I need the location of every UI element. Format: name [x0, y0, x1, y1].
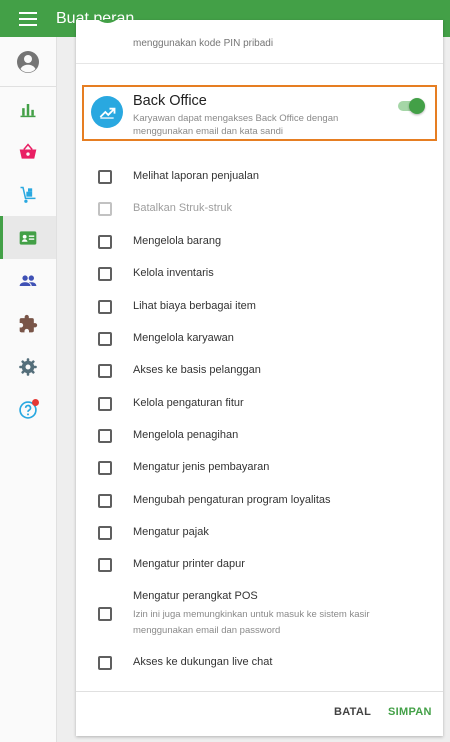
permission-label: Mengelola karyawan — [133, 332, 234, 344]
sidebar-item-settings[interactable] — [0, 345, 56, 388]
permission-checkbox[interactable] — [98, 656, 112, 670]
section-divider — [76, 63, 443, 64]
permission-row[interactable]: Mengatur perangkat POS Izin ini juga mem… — [76, 590, 443, 636]
permission-label: Mengubah pengaturan program loyalitas — [133, 494, 331, 506]
permission-row: Batalkan Struk-struk — [76, 193, 443, 225]
permission-row[interactable]: Mengelola penagihan — [76, 420, 443, 452]
permission-row[interactable]: Mengatur pajak — [76, 517, 443, 549]
permission-checkbox[interactable] — [98, 558, 112, 572]
hand-truck-icon — [20, 186, 36, 203]
permission-row[interactable]: Melihat laporan penjualan — [76, 161, 443, 193]
permission-row[interactable]: Mengatur printer dapur — [76, 549, 443, 581]
account-circle-icon — [17, 50, 39, 73]
toggle-thumb — [409, 98, 425, 114]
permission-label: Mengelola barang — [133, 235, 222, 247]
back-office-section: Back Office Karyawan dapat mengakses Bac… — [82, 85, 437, 141]
permission-checkbox[interactable] — [98, 332, 112, 346]
pos-section-icon — [93, 20, 122, 23]
save-button[interactable]: SIMPAN — [388, 706, 432, 718]
permission-checkbox[interactable] — [98, 267, 112, 281]
sidebar-item-customers[interactable] — [0, 259, 56, 302]
permission-checkbox[interactable] — [98, 461, 112, 475]
permission-label: Kelola pengaturan fitur — [133, 397, 244, 409]
sidebar-item-items[interactable] — [0, 130, 56, 173]
permission-row[interactable]: Akses ke dukungan live chat — [76, 647, 443, 679]
permission-checkbox[interactable] — [98, 494, 112, 508]
back-office-toggle[interactable] — [396, 98, 425, 115]
back-office-description: Karyawan dapat mengakses Back Office den… — [133, 113, 339, 137]
back-office-title: Back Office — [133, 93, 207, 109]
permission-label: Mengelola penagihan — [133, 429, 239, 441]
permission-row[interactable]: Mengatur jenis pembayaran — [76, 452, 443, 484]
permission-row[interactable]: Kelola pengaturan fitur — [76, 388, 443, 420]
permission-row[interactable]: Akses ke basis pelanggan — [76, 355, 443, 387]
sidebar-nav — [0, 37, 57, 742]
permission-label: Mengatur perangkat POS — [133, 590, 258, 602]
permission-checkbox[interactable] — [98, 170, 112, 184]
sidebar-item-employees[interactable] — [0, 216, 56, 259]
permission-label: Mengatur printer dapur — [133, 558, 245, 570]
gear-icon — [19, 357, 37, 376]
shopping-basket-icon — [19, 142, 37, 159]
puzzle-icon — [19, 314, 38, 332]
permission-row[interactable]: Mengubah pengaturan program loyalitas — [76, 485, 443, 517]
notification-badge — [32, 399, 39, 406]
permission-checkbox[interactable] — [98, 429, 112, 443]
permission-label: Kelola inventaris — [133, 267, 214, 279]
cancel-button[interactable]: BATAL — [334, 706, 371, 718]
permission-label: Lihat biaya berbagai item — [133, 300, 256, 312]
permission-label: Akses ke dukungan live chat — [133, 656, 273, 668]
permission-label: Akses ke basis pelanggan — [133, 364, 261, 376]
permission-row[interactable]: Mengelola karyawan — [76, 323, 443, 355]
permission-checkbox[interactable] — [98, 364, 112, 378]
permission-row[interactable]: Mengelola barang — [76, 226, 443, 258]
role-form-card: menggunakan kode PIN pribadi Back Office… — [76, 20, 443, 736]
permission-label: Mengatur jenis pembayaran — [133, 461, 270, 473]
permission-checkbox[interactable] — [98, 235, 112, 249]
permission-row[interactable]: Lihat biaya berbagai item — [76, 291, 443, 323]
permission-checkbox[interactable] — [98, 397, 112, 411]
permission-sublabel: Izin ini juga memungkinkan untuk masuk k… — [133, 609, 370, 636]
permission-checkbox[interactable] — [98, 607, 112, 621]
hamburger-menu-icon[interactable] — [0, 0, 56, 37]
badge-card-icon — [19, 230, 37, 245]
bar-chart-icon — [20, 103, 36, 117]
permission-row[interactable]: Kelola inventaris — [76, 258, 443, 290]
footer-divider — [76, 691, 443, 692]
permission-checkbox[interactable] — [98, 526, 112, 540]
permission-checkbox — [98, 202, 112, 216]
permission-checkbox[interactable] — [98, 300, 112, 314]
sidebar-item-profile[interactable] — [0, 37, 56, 87]
permission-label: Mengatur pajak — [133, 526, 209, 538]
sidebar-item-integrations[interactable] — [0, 302, 56, 345]
permission-label: Batalkan Struk-struk — [133, 202, 233, 214]
trending-up-icon — [91, 96, 123, 128]
pos-section-description: menggunakan kode PIN pribadi — [133, 38, 274, 49]
sidebar-item-reports[interactable] — [0, 87, 56, 130]
sidebar-item-help[interactable] — [0, 388, 56, 431]
sidebar-item-inventory[interactable] — [0, 173, 56, 216]
permission-label: Melihat laporan penjualan — [133, 170, 259, 182]
people-icon — [19, 274, 37, 286]
